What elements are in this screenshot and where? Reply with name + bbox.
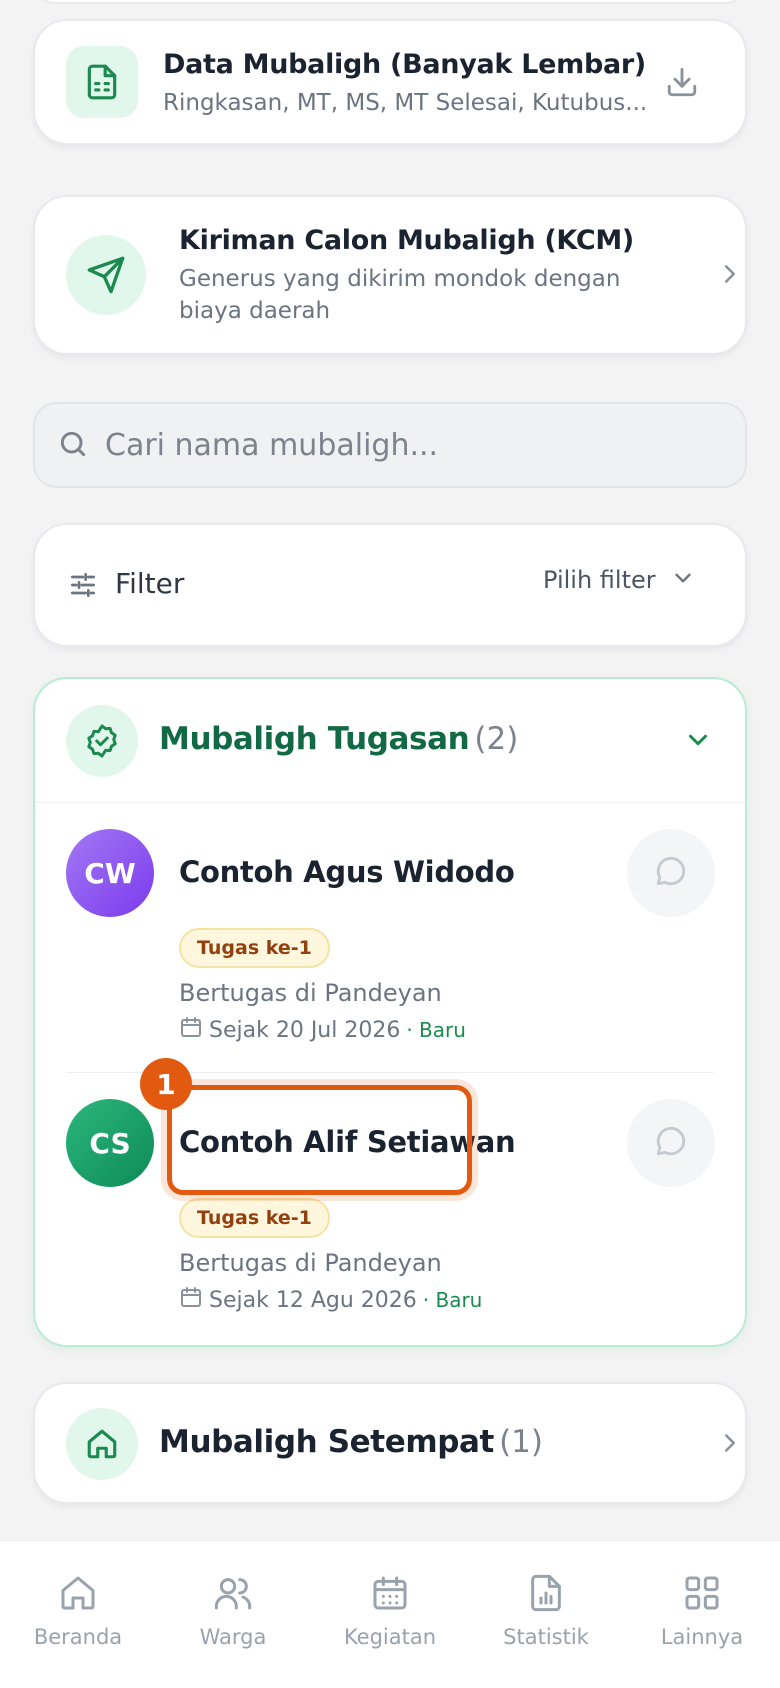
since-date: Sejak 12 Agu 2026 <box>209 1287 417 1313</box>
chevron-down-icon <box>683 725 713 759</box>
tugasan-title: Mubaligh Tugasan <box>159 721 470 757</box>
filter-card[interactable]: Filter Pilih filter <box>33 523 747 647</box>
nav-label: Statistik <box>503 1625 589 1649</box>
setempat-card[interactable]: Mubaligh Setempat (1) <box>33 1382 747 1504</box>
status-new: · Baru <box>406 1018 466 1042</box>
chat-button[interactable] <box>627 1099 715 1187</box>
nav-label: Warga <box>199 1625 267 1649</box>
nav-warga[interactable]: Warga <box>168 1571 298 1649</box>
status-new: · Baru <box>422 1288 483 1312</box>
search-bar[interactable] <box>33 402 747 488</box>
setempat-count: (1) <box>499 1424 543 1460</box>
nav-beranda[interactable]: Beranda <box>13 1571 143 1649</box>
data-mubaligh-subtitle: Ringkasan, MT, MS, MT Selesai, Kutubus..… <box>163 90 648 116</box>
assignment-location: Bertugas di Pandeyan <box>179 979 442 1007</box>
nav-lainnya[interactable]: Lainnya <box>637 1571 767 1649</box>
calendar-icon <box>179 1015 203 1045</box>
task-badge: Tugas ke-1 <box>179 928 330 968</box>
previous-card-edge <box>33 0 747 4</box>
data-mubaligh-card[interactable]: Data Mubaligh (Banyak Lembar) Ringkasan,… <box>33 19 747 145</box>
bottom-nav: Beranda Warga Kegiatan Statistik Lainnya <box>0 1540 780 1688</box>
calendar-icon <box>179 1285 203 1315</box>
chevron-down-icon <box>670 565 696 595</box>
badge-check-icon <box>66 705 138 777</box>
kcm-subtitle-line2: biaya daerah <box>179 298 331 324</box>
kcm-subtitle-line1: Generus yang dikirim mondok dengan <box>179 266 621 292</box>
download-icon[interactable] <box>665 65 699 103</box>
nav-statistik[interactable]: Statistik <box>481 1571 611 1649</box>
home-icon <box>13 1571 143 1615</box>
grid-icon <box>637 1571 767 1615</box>
chart-icon <box>481 1571 611 1615</box>
since-row: Sejak 20 Jul 2026 · Baru <box>179 1015 466 1045</box>
filter-select[interactable]: Pilih filter <box>543 565 696 595</box>
nav-label: Lainnya <box>660 1625 744 1649</box>
nav-label: Beranda <box>33 1625 123 1649</box>
tugasan-section: Mubaligh Tugasan (2) CW Contoh Agus Wido… <box>33 677 747 1347</box>
home-icon <box>66 1408 138 1480</box>
mubaligh-list-item[interactable]: CW Contoh Agus Widodo Tugas ke-1 Bertuga… <box>35 803 745 1073</box>
filter-label: Filter <box>115 567 185 600</box>
tugasan-count: (2) <box>474 721 519 757</box>
setempat-title-row: Mubaligh Setempat (1) <box>159 1424 543 1460</box>
tugasan-title-row: Mubaligh Tugasan (2) <box>159 721 518 757</box>
data-mubaligh-title: Data Mubaligh (Banyak Lembar) <box>163 49 646 80</box>
assignment-location: Bertugas di Pandeyan <box>179 1249 442 1277</box>
nav-kegiatan[interactable]: Kegiatan <box>325 1571 455 1649</box>
annotation-marker: 1 <box>140 1058 192 1110</box>
send-icon <box>66 235 146 315</box>
users-icon <box>168 1571 298 1615</box>
avatar: CS <box>66 1099 154 1187</box>
chevron-right-icon <box>715 259 745 293</box>
since-date: Sejak 20 Jul 2026 <box>209 1017 401 1043</box>
search-icon <box>57 428 89 464</box>
kcm-title: Kiriman Calon Mubaligh (KCM) <box>179 225 634 256</box>
chat-button[interactable] <box>627 829 715 917</box>
message-circle-icon <box>654 854 688 892</box>
message-circle-icon <box>654 1124 688 1162</box>
task-badge: Tugas ke-1 <box>179 1198 330 1238</box>
spreadsheet-icon <box>66 46 138 118</box>
kcm-card[interactable]: Kiriman Calon Mubaligh (KCM) Generus yan… <box>33 195 747 355</box>
setempat-title: Mubaligh Setempat <box>159 1424 494 1460</box>
search-input[interactable] <box>105 422 705 468</box>
mubaligh-name[interactable]: Contoh Agus Widodo <box>179 855 515 889</box>
highlight-box <box>167 1085 472 1195</box>
chevron-right-icon <box>715 1428 745 1462</box>
tugasan-header[interactable]: Mubaligh Tugasan (2) <box>35 679 745 803</box>
since-row: Sejak 12 Agu 2026 · Baru <box>179 1285 482 1315</box>
filter-select-label: Pilih filter <box>543 566 656 594</box>
avatar: CW <box>66 829 154 917</box>
nav-label: Kegiatan <box>343 1625 437 1649</box>
calendar-icon <box>325 1571 455 1615</box>
sliders-icon <box>67 569 99 605</box>
